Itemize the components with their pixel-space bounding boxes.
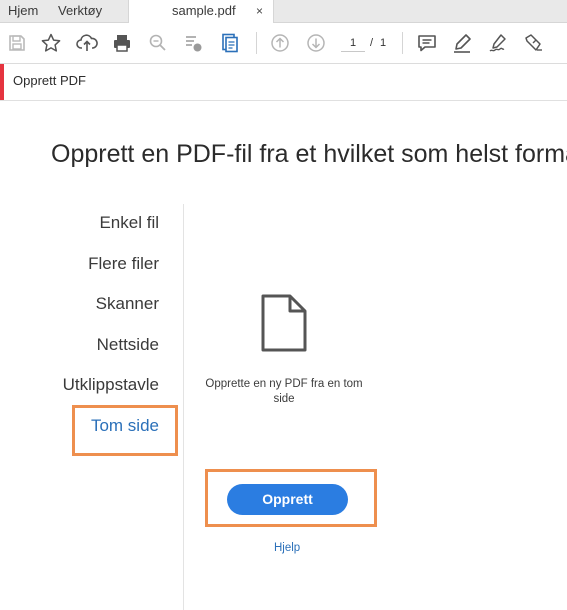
tab-home[interactable]: Hjem (8, 0, 38, 22)
blank-page-description: Opprette en ny PDF fra en tom side (205, 378, 363, 405)
highlight-box-button (205, 469, 377, 527)
tab-bar: Hjem Verktøy sample.pdf × (0, 0, 567, 23)
close-icon[interactable]: × (256, 0, 263, 22)
blank-document-icon (261, 294, 307, 352)
scan-icon[interactable] (182, 32, 204, 54)
page-separator: / (370, 37, 374, 49)
save-icon[interactable] (6, 32, 28, 54)
toolbar-separator (256, 32, 257, 54)
page-total: 1 (380, 37, 387, 49)
menu-item-scanner[interactable]: Skanner (96, 294, 159, 314)
page-heading: Opprett en PDF-fil fra et hvilket som he… (51, 140, 567, 168)
clipboard-icon[interactable] (218, 32, 240, 54)
print-icon[interactable] (111, 32, 133, 54)
zoom-icon[interactable] (147, 32, 169, 54)
tab-tools[interactable]: Verktøy (58, 0, 102, 22)
page-up-icon[interactable] (269, 32, 291, 54)
star-icon[interactable] (40, 32, 62, 54)
toolbar: 1 / 1 (0, 23, 567, 64)
fill-sign-icon[interactable] (522, 32, 544, 54)
tool-title-bar: Opprett PDF (0, 64, 567, 101)
menu-item-clipboard[interactable]: Utklippstavle (63, 375, 159, 395)
tab-document-title: sample.pdf (172, 3, 236, 18)
page-down-icon[interactable] (305, 32, 327, 54)
page-number-input[interactable]: 1 (341, 35, 365, 52)
comment-icon[interactable] (416, 32, 438, 54)
cloud-upload-icon[interactable] (76, 32, 98, 54)
toolbar-separator (402, 32, 403, 54)
accent-bar (0, 64, 4, 100)
menu-item-single-file[interactable]: Enkel fil (99, 213, 159, 233)
help-link[interactable]: Hjelp (274, 542, 300, 554)
menu-item-web-page[interactable]: Nettside (97, 335, 159, 355)
highlight-icon[interactable] (451, 32, 473, 54)
menu-divider (183, 204, 184, 610)
tab-document[interactable]: sample.pdf × (128, 0, 274, 23)
tool-title: Opprett PDF (13, 73, 86, 88)
sign-icon[interactable] (487, 32, 509, 54)
menu-item-multiple-files[interactable]: Flere filer (88, 254, 159, 274)
highlight-box-menu (72, 405, 178, 456)
